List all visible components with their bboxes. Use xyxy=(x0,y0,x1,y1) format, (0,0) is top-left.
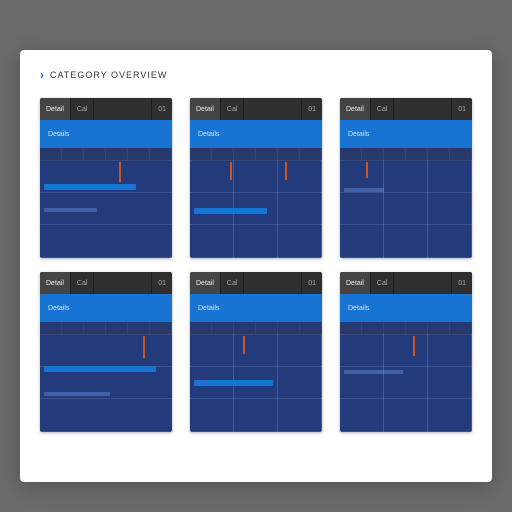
panel-card[interactable]: Detail Cal 01 Details xyxy=(190,272,322,432)
panel-card[interactable]: Detail Cal 01 Details xyxy=(340,272,472,432)
card-tab[interactable]: Cal xyxy=(71,98,95,120)
card-banner: Details xyxy=(340,294,472,322)
card-tab[interactable]: Cal xyxy=(221,98,245,120)
card-tabbar: Detail Cal 01 xyxy=(40,272,172,294)
card-body xyxy=(340,148,472,258)
card-tab[interactable]: Detail xyxy=(40,98,71,120)
card-tab-index: 01 xyxy=(451,272,472,294)
card-tab-index: 01 xyxy=(301,98,322,120)
card-tabbar: Detail Cal 01 xyxy=(190,272,322,294)
page: › Category Overview Detail Cal 01 Detail… xyxy=(20,50,492,482)
card-banner: Details xyxy=(40,294,172,322)
card-tab[interactable]: Cal xyxy=(371,98,395,120)
page-header: › Category Overview xyxy=(40,68,472,82)
card-tab[interactable]: Detail xyxy=(40,272,71,294)
card-grid: Detail Cal 01 Details Detail Cal 01 Deta… xyxy=(40,98,472,432)
card-banner: Details xyxy=(190,120,322,148)
card-tab-index: 01 xyxy=(151,272,172,294)
card-banner: Details xyxy=(40,120,172,148)
card-tabbar: Detail Cal 01 xyxy=(40,98,172,120)
panel-card[interactable]: Detail Cal 01 Details xyxy=(340,98,472,258)
card-tabbar: Detail Cal 01 xyxy=(190,98,322,120)
panel-card[interactable]: Detail Cal 01 Details xyxy=(190,98,322,258)
panel-card[interactable]: Detail Cal 01 Details xyxy=(40,272,172,432)
chevron-right-icon: › xyxy=(40,68,44,82)
card-tab[interactable]: Cal xyxy=(221,272,245,294)
page-title: Category Overview xyxy=(50,70,167,80)
card-banner: Details xyxy=(340,120,472,148)
card-tab[interactable]: Cal xyxy=(371,272,395,294)
card-tabbar: Detail Cal 01 xyxy=(340,272,472,294)
card-body xyxy=(190,148,322,258)
panel-card[interactable]: Detail Cal 01 Details xyxy=(40,98,172,258)
card-tab-index: 01 xyxy=(151,98,172,120)
card-tab[interactable]: Detail xyxy=(340,98,371,120)
card-tab[interactable]: Detail xyxy=(340,272,371,294)
card-body xyxy=(190,322,322,432)
card-tab-index: 01 xyxy=(451,98,472,120)
card-tab[interactable]: Detail xyxy=(190,272,221,294)
card-tab[interactable]: Detail xyxy=(190,98,221,120)
card-tabbar: Detail Cal 01 xyxy=(340,98,472,120)
card-tab[interactable]: Cal xyxy=(71,272,95,294)
card-body xyxy=(340,322,472,432)
card-banner: Details xyxy=(190,294,322,322)
card-body xyxy=(40,322,172,432)
card-tab-index: 01 xyxy=(301,272,322,294)
card-body xyxy=(40,148,172,258)
